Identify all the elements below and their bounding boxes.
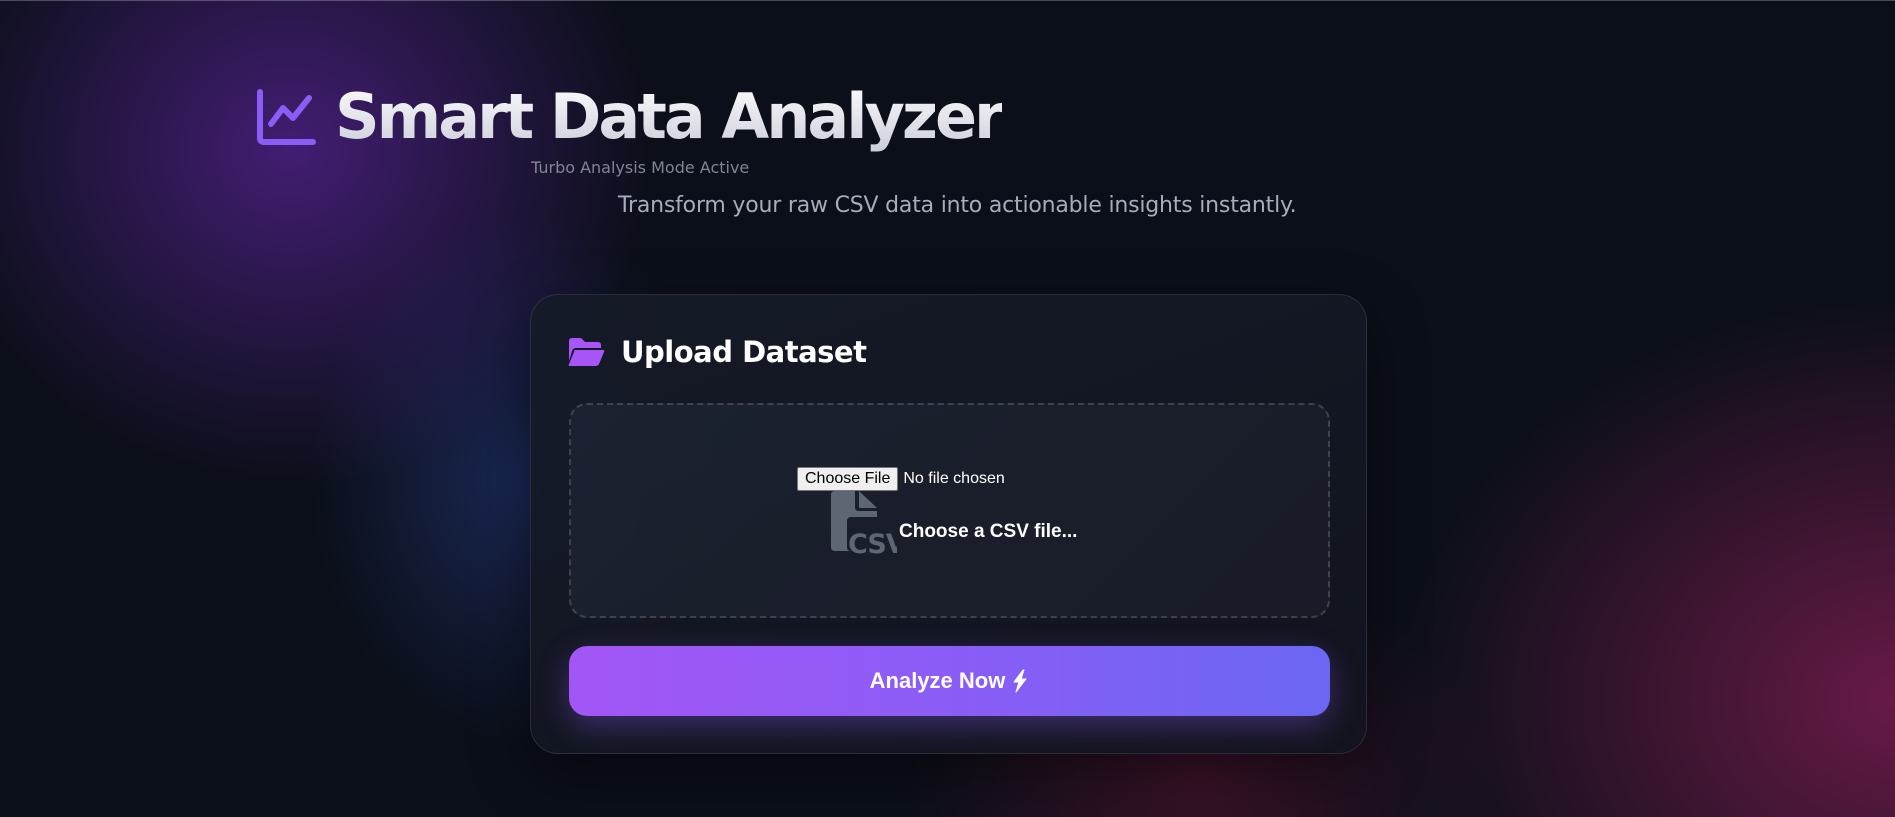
csv-prompt-label: Choose a CSV file... [899,521,1078,542]
top-border [0,0,1895,1]
file-input[interactable]: Choose File No file chosen [797,467,1005,491]
file-csv-icon: CSV [831,491,897,560]
chart-line-icon [257,89,316,145]
app-title: Smart Data Analyzer [335,78,1005,156]
upload-card-header: Upload Dataset [567,335,867,369]
folder-open-icon [568,338,605,366]
file-input-status: No file chosen [903,470,1005,487]
choose-file-button[interactable]: Choose File [797,467,899,491]
app-header: Smart Data Analyzer [255,78,1005,156]
csv-prompt[interactable]: CSV Choose a CSV file... [827,489,1077,561]
svg-text:CSV: CSV [848,529,897,560]
file-dropzone[interactable]: Choose File No file chosen CSV Choose a … [569,403,1330,618]
upload-card: Upload Dataset Choose File No file chose… [530,294,1367,754]
mode-status-text: Turbo Analysis Mode Active [531,158,750,177]
tagline: Transform your raw CSV data into actiona… [618,193,1297,218]
analyze-now-button[interactable]: Analyze Now [569,646,1330,716]
bolt-icon [1013,669,1027,693]
upload-card-title: Upload Dataset [621,335,867,369]
analyze-button-label: Analyze Now [869,668,1006,693]
